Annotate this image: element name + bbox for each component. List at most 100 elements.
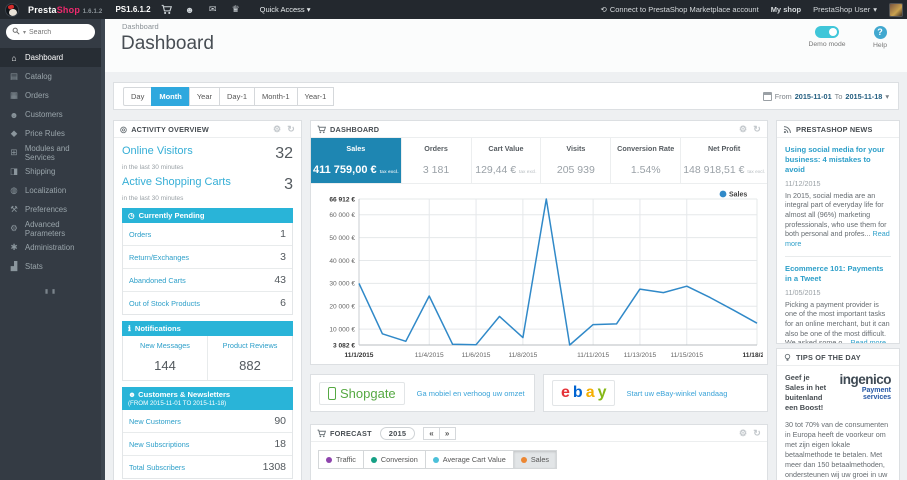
forecast-toggles: Traffic Conversion Average Cart Value Sa… bbox=[311, 442, 767, 477]
sidebar-item-customers[interactable]: ☻ Customers bbox=[0, 105, 101, 124]
ebay-promo-card[interactable]: ebay Start uw eBay-winkel vandaag bbox=[543, 374, 768, 412]
demo-mode-toggle[interactable] bbox=[815, 26, 839, 38]
new-messages-stat[interactable]: New Messages 144 bbox=[123, 336, 207, 380]
sidebar-item-orders[interactable]: ▦ Orders bbox=[0, 86, 101, 105]
sidebar-item-dashboard[interactable]: ⌂ Dashboard bbox=[0, 48, 101, 67]
chevron-down-icon: ▾ bbox=[873, 5, 877, 14]
news-article-title[interactable]: Ecommerce 101: Payments in a Tweet bbox=[785, 264, 891, 284]
help-icon[interactable]: ? bbox=[873, 26, 887, 39]
kpi-title: Orders bbox=[424, 144, 448, 153]
breadcrumb[interactable]: Dashboard bbox=[122, 22, 159, 31]
active-carts-link[interactable]: Active Shopping Carts bbox=[122, 176, 231, 188]
date-range-picker[interactable]: From 2015-11-01 To 2015-11-18 ▾ bbox=[762, 91, 889, 101]
range-button-day-1[interactable]: Day-1 bbox=[219, 86, 256, 106]
search-input[interactable] bbox=[29, 28, 82, 36]
news-article-title[interactable]: Using social media for your business: 4 … bbox=[785, 145, 891, 175]
sidebar-item-administration[interactable]: ✱ Administration bbox=[0, 238, 101, 257]
prestashop-news-panel: PRESTASHOP NEWS Using social media for y… bbox=[776, 120, 900, 344]
sidebar-item-price-rules[interactable]: ◆ Price Rules bbox=[0, 124, 101, 143]
sidebar-item-modules[interactable]: ⊞ Modules and Services bbox=[0, 143, 101, 162]
sidebar-item-catalog[interactable]: ▤ Catalog bbox=[0, 67, 101, 86]
main-content: Dashboard Dashboard Demo mode ? Help Day… bbox=[105, 19, 907, 480]
tips-body-text: 30 tot 70% van de consumenten in Europa … bbox=[785, 419, 889, 480]
kpi-value: 205 939 bbox=[556, 164, 595, 176]
kpi-sales[interactable]: Sales 411 759,00 € tax excl. bbox=[311, 138, 402, 183]
refresh-icon[interactable]: ↻ bbox=[753, 124, 761, 135]
acv-dot-icon bbox=[432, 456, 439, 463]
pending-row-returns[interactable]: Return/Exchanges 3 bbox=[123, 246, 292, 269]
kpi-conversion-rate[interactable]: Conversion Rate 1.54% bbox=[611, 138, 682, 183]
date-from-value: 2015-11-01 bbox=[794, 91, 832, 101]
row-new-subscriptions[interactable]: New Subscriptions 18 bbox=[123, 433, 292, 456]
shopgate-promo-card[interactable]: Shopgate Ga mobiel en verhoog uw omzet bbox=[310, 374, 535, 412]
toggle-sales[interactable]: Sales bbox=[512, 450, 558, 469]
toggle-conversion[interactable]: Conversion bbox=[362, 450, 426, 469]
kpi-orders[interactable]: Orders 3 181 bbox=[402, 138, 472, 183]
my-shop-link[interactable]: My shop bbox=[771, 5, 801, 14]
avatar[interactable] bbox=[889, 2, 903, 17]
shopgate-link[interactable]: Ga mobiel en verhoog uw omzet bbox=[417, 389, 525, 398]
collapse-menu-icon[interactable]: ▮ ▮ bbox=[0, 288, 101, 295]
mail-icon[interactable]: ✉ bbox=[206, 4, 220, 15]
forecast-panel-title: FORECAST bbox=[330, 428, 372, 438]
quick-access-menu[interactable]: Quick Access ▾ bbox=[260, 5, 311, 14]
date-from-label: From bbox=[774, 91, 792, 101]
pending-row-orders[interactable]: Orders 1 bbox=[123, 223, 292, 246]
modules-icon: ⊞ bbox=[10, 147, 18, 157]
kpi-cart-value[interactable]: Cart Value 129,44 € tax excl. bbox=[472, 138, 542, 183]
sidebar-search[interactable]: ▾ bbox=[6, 24, 95, 40]
news-article-body: In 2015, social media are an integral pa… bbox=[785, 191, 891, 249]
product-reviews-stat[interactable]: Product Reviews 882 bbox=[207, 336, 292, 380]
user-menu[interactable]: PrestaShop User ▾ bbox=[813, 5, 877, 14]
kpi-visits[interactable]: Visits 205 939 bbox=[541, 138, 612, 183]
range-button-day[interactable]: Day bbox=[123, 86, 153, 106]
cart-icon[interactable] bbox=[160, 4, 174, 15]
row-value: 18 bbox=[274, 438, 286, 450]
read-more-link[interactable]: Read more bbox=[850, 338, 886, 343]
next-year-button[interactable]: » bbox=[438, 426, 456, 440]
online-visitors-link[interactable]: Online Visitors bbox=[122, 145, 193, 157]
range-button-year-1[interactable]: Year-1 bbox=[296, 86, 335, 106]
pending-row-out-of-stock[interactable]: Out of Stock Products 6 bbox=[123, 292, 292, 314]
sidebar-item-label: Shipping bbox=[25, 167, 56, 176]
my-shop-label: My shop bbox=[770, 5, 802, 14]
kpi-net-profit[interactable]: Net Profit 148 918,51 € tax excl. bbox=[681, 138, 767, 183]
row-new-customers[interactable]: New Customers 90 bbox=[123, 410, 292, 433]
prev-year-button[interactable]: « bbox=[423, 426, 440, 440]
sidebar-item-advanced-parameters[interactable]: ⚙ Advanced Parameters bbox=[0, 219, 101, 238]
range-button-month[interactable]: Month bbox=[151, 86, 190, 106]
search-scope-caret-icon[interactable]: ▾ bbox=[23, 29, 26, 36]
ebay-letter: e bbox=[561, 384, 570, 401]
range-button-year[interactable]: Year bbox=[188, 86, 220, 106]
row-total-subscribers[interactable]: Total Subscribers 1308 bbox=[123, 456, 292, 478]
person-icon[interactable]: ☻ bbox=[183, 5, 197, 15]
localization-icon: ◍ bbox=[10, 185, 18, 195]
customers-newsletters-section: ☻ Customers & Newsletters (FROM 2015-11-0… bbox=[122, 387, 293, 479]
trophy-icon[interactable]: ♛ bbox=[229, 4, 243, 15]
marketplace-link[interactable]: ⟲ Connect to PrestaShop Marketplace accou… bbox=[601, 5, 759, 14]
gear-icon[interactable]: ⚙ bbox=[273, 124, 281, 135]
refresh-icon[interactable]: ↻ bbox=[287, 124, 295, 135]
toggle-average-cart-value[interactable]: Average Cart Value bbox=[424, 450, 514, 469]
news-article-date: 11/05/2015 bbox=[785, 287, 821, 297]
sidebar-item-shipping[interactable]: ◨ Shipping bbox=[0, 162, 101, 181]
sidebar-item-preferences[interactable]: ⚒ Preferences bbox=[0, 200, 101, 219]
gear-icon[interactable]: ⚙ bbox=[739, 124, 747, 135]
range-button-month-1[interactable]: Month-1 bbox=[254, 86, 298, 106]
toggle-traffic[interactable]: Traffic bbox=[318, 450, 364, 469]
shipping-icon: ◨ bbox=[9, 166, 19, 176]
lightbulb-icon bbox=[783, 353, 792, 362]
sidebar-item-stats[interactable]: ▟ Stats bbox=[0, 257, 101, 276]
forecast-year[interactable]: 2015 bbox=[379, 426, 416, 440]
row-label: New Customers bbox=[129, 416, 181, 426]
gear-icon[interactable]: ⚙ bbox=[739, 428, 747, 439]
catalog-icon: ▤ bbox=[9, 71, 19, 81]
svg-text:11/15/2015: 11/15/2015 bbox=[671, 352, 704, 359]
sidebar-item-localization[interactable]: ◍ Localization bbox=[0, 181, 101, 200]
kpi-value: 411 759,00 € bbox=[313, 164, 377, 176]
kpi-title: Cart Value bbox=[488, 144, 524, 153]
refresh-icon[interactable]: ↻ bbox=[753, 428, 761, 439]
pending-row-abandoned-carts[interactable]: Abandoned Carts 43 bbox=[123, 269, 292, 292]
ebay-link[interactable]: Start uw eBay-winkel vandaag bbox=[627, 389, 728, 398]
svg-text:50 000 €: 50 000 € bbox=[329, 235, 355, 242]
